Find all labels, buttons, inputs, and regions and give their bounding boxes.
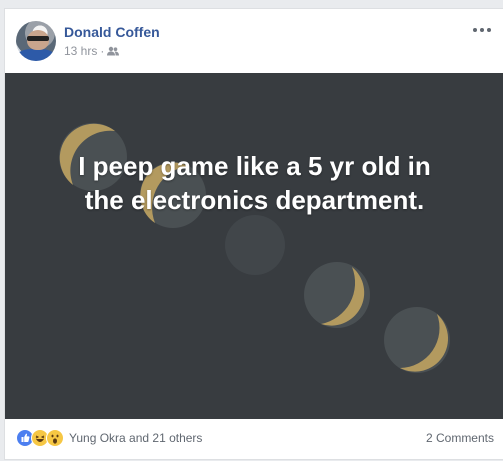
moon-3 [225,215,285,275]
reactions-text[interactable]: Yung Okra and 21 others [69,431,202,445]
more-dot [480,28,484,32]
moon-5 [384,307,450,373]
avatar-sunglasses [27,36,49,41]
post-time[interactable]: 13 hrs [64,44,97,58]
post-text: I peep game like a 5 yr old in the elect… [5,149,503,217]
author-name[interactable]: Donald Coffen [64,24,160,40]
avatar-shirt [18,49,54,61]
post-meta: 13 hrs · [64,44,120,58]
more-options-icon[interactable] [471,24,493,36]
comments-count[interactable]: 2 Comments [426,431,494,445]
moon-decoration [59,123,450,373]
post-footer: Yung Okra and 21 others 2 Comments [5,419,503,461]
avatar[interactable] [16,21,56,61]
post-image[interactable] [5,73,503,419]
post-card: Donald Coffen 13 hrs · I peep game like … [4,8,503,460]
reactions-summary[interactable]: Yung Okra and 21 others [16,429,202,447]
friends-icon[interactable] [107,46,120,56]
moon-4 [304,262,370,328]
meta-separator: · [100,44,105,58]
post-text-line-1: I peep game like a 5 yr old in [78,151,431,181]
more-dot [473,28,477,32]
more-dot [487,28,491,32]
post-text-line-2: the electronics department. [84,185,425,215]
wow-icon [46,429,64,447]
